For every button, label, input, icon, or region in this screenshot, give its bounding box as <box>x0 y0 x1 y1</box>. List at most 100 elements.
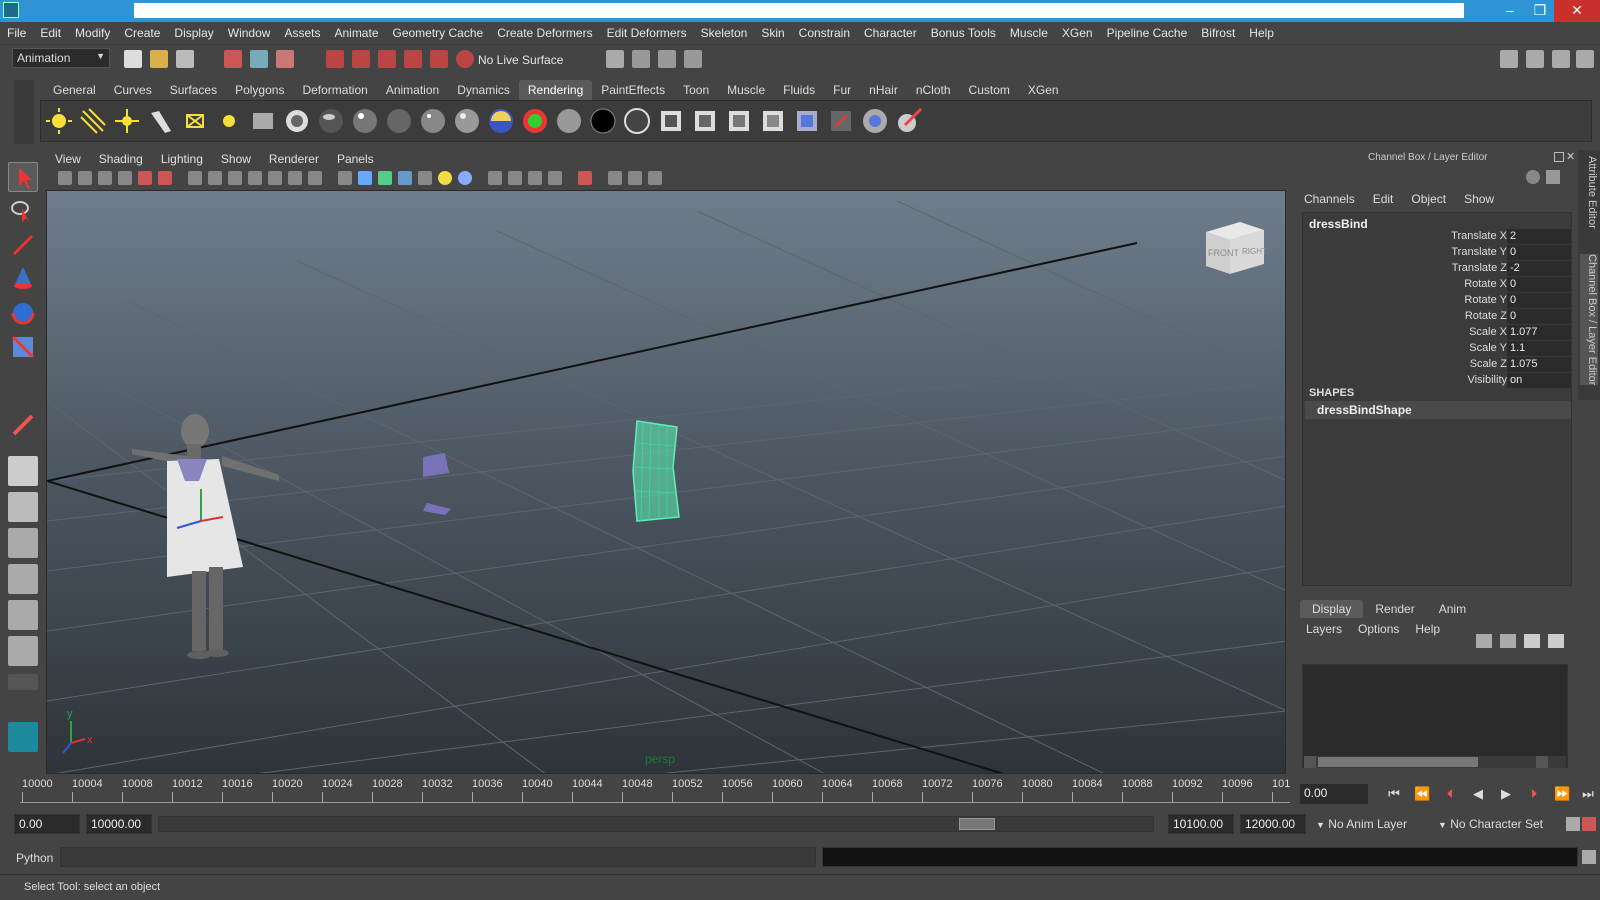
snap-point-icon[interactable] <box>378 50 396 68</box>
make-live-icon[interactable] <box>456 50 474 68</box>
shelf-tab-surfaces[interactable]: Surfaces <box>161 80 226 100</box>
dress-pattern-piece[interactable] <box>423 453 451 515</box>
xray-icon[interactable] <box>508 171 522 185</box>
range-handle[interactable] <box>959 818 995 830</box>
render-frame-shelf-icon[interactable] <box>657 107 685 135</box>
auto-key-icon[interactable] <box>1566 817 1580 831</box>
shelf-tab-fur[interactable]: Fur <box>824 80 860 100</box>
new-scene-icon[interactable] <box>124 50 142 68</box>
cb-menu-channels[interactable]: Channels <box>1304 192 1355 206</box>
menu-display[interactable]: Display <box>167 26 220 40</box>
script-editor-icon[interactable] <box>1582 850 1596 864</box>
directional-light-icon[interactable] <box>79 107 107 135</box>
material-phong-icon[interactable] <box>419 107 447 135</box>
close-panel-icon[interactable]: ✕ <box>1566 150 1575 163</box>
shelf-tab-fluids[interactable]: Fluids <box>774 80 824 100</box>
menu-create-deformers[interactable]: Create Deformers <box>490 26 599 40</box>
open-scene-icon[interactable] <box>150 50 168 68</box>
time-slider[interactable]: 10000 10004 10008 10012 10016 10020 1002… <box>14 778 1294 810</box>
menu-muscle[interactable]: Muscle <box>1003 26 1055 40</box>
attr-value[interactable]: 0 <box>1507 277 1571 292</box>
shelf-tab-dynamics[interactable]: Dynamics <box>448 80 519 100</box>
attr-value[interactable]: 2 <box>1507 229 1571 244</box>
layer-menu-options[interactable]: Options <box>1358 622 1399 636</box>
spot-light-icon[interactable] <box>147 107 175 135</box>
scene-canvas[interactable]: y x <box>47 191 1286 774</box>
menu-create[interactable]: Create <box>117 26 167 40</box>
layout-four-icon[interactable] <box>8 492 38 522</box>
step-forward-frame-icon[interactable]: ⏵ <box>1526 786 1542 802</box>
viewport-menu-show[interactable]: Show <box>212 152 260 166</box>
render-view-icon[interactable] <box>606 50 624 68</box>
move-tool-icon[interactable] <box>8 264 38 294</box>
channel-box-pin-icon[interactable] <box>1546 170 1560 184</box>
menu-edit-deformers[interactable]: Edit Deformers <box>600 26 694 40</box>
volume-light-icon[interactable] <box>215 107 243 135</box>
layer-menu-help[interactable]: Help <box>1415 622 1440 636</box>
camera-attributes-icon[interactable] <box>78 171 92 185</box>
ipr-render-icon[interactable] <box>658 50 676 68</box>
use-all-lights-icon[interactable] <box>418 171 432 185</box>
layer-tab-display[interactable]: Display <box>1300 600 1364 618</box>
hypershade-icon[interactable] <box>249 107 277 135</box>
shelf-tab-animation[interactable]: Animation <box>377 80 448 100</box>
select-camera-icon[interactable] <box>58 171 72 185</box>
paint-select-tool-icon[interactable] <box>8 230 38 260</box>
layout-more-icon[interactable] <box>8 674 38 690</box>
step-forward-key-icon[interactable]: ⏩ <box>1554 786 1570 802</box>
scroll-left-icon[interactable] <box>1304 756 1316 768</box>
ambient-light-icon[interactable] <box>45 107 73 135</box>
xray-active-icon[interactable] <box>548 171 562 185</box>
character-set-dropdown[interactable]: ▼ No Character Set <box>1434 814 1564 834</box>
start-time-field[interactable]: 0.00 <box>14 814 80 834</box>
range-bar[interactable] <box>158 816 1154 832</box>
gate-mask-icon[interactable] <box>248 171 262 185</box>
attr-value[interactable]: 0 <box>1507 309 1571 324</box>
cb-menu-object[interactable]: Object <box>1411 192 1446 206</box>
viewport-menu-shading[interactable]: Shading <box>90 152 152 166</box>
attr-value[interactable]: on <box>1507 373 1571 388</box>
attr-row-translate-y[interactable]: Translate Y0 <box>1303 245 1573 261</box>
select-component-icon[interactable] <box>276 50 294 68</box>
paint-brush-icon[interactable] <box>895 107 923 135</box>
snap-grid-icon[interactable] <box>326 50 344 68</box>
menu-geometry-cache[interactable]: Geometry Cache <box>386 26 491 40</box>
scroll-right-icon[interactable] <box>1536 756 1548 768</box>
lasso-tool-icon[interactable] <box>8 196 38 226</box>
shelf-tab-muscle[interactable]: Muscle <box>718 80 774 100</box>
step-back-key-icon[interactable]: ⏪ <box>1414 786 1430 802</box>
toggle-layout-icon[interactable] <box>1500 50 1518 68</box>
material-blinn-icon[interactable] <box>351 107 379 135</box>
attr-value[interactable]: 1.075 <box>1507 357 1571 372</box>
layout-outliner-icon[interactable] <box>8 528 38 558</box>
minimize-button[interactable]: ‒ <box>1495 0 1525 22</box>
new-layer-icon[interactable] <box>1524 634 1540 648</box>
channel-box-tools-icon[interactable] <box>1526 170 1540 184</box>
field-chart-icon[interactable] <box>268 171 282 185</box>
snap-surface-icon[interactable] <box>430 50 448 68</box>
select-object-icon[interactable] <box>250 50 268 68</box>
toggle-channelbox-icon[interactable] <box>1552 50 1570 68</box>
move-layer-up-icon[interactable] <box>1476 634 1492 648</box>
menu-pipeline-cache[interactable]: Pipeline Cache <box>1100 26 1195 40</box>
shelf-tab-ncloth[interactable]: nCloth <box>907 80 960 100</box>
shelf-tab-general[interactable]: General <box>44 80 105 100</box>
cb-menu-edit[interactable]: Edit <box>1373 192 1394 206</box>
attr-row-rotate-y[interactable]: Rotate Y0 <box>1303 293 1573 309</box>
menu-xgen[interactable]: XGen <box>1055 26 1100 40</box>
material-surface-icon[interactable] <box>521 107 549 135</box>
menu-edit[interactable]: Edit <box>33 26 68 40</box>
safe-action-icon[interactable] <box>288 171 302 185</box>
material-phonge-icon[interactable] <box>453 107 481 135</box>
grease-pencil-icon[interactable] <box>158 171 172 185</box>
new-layer-selected-icon[interactable] <box>1548 634 1564 648</box>
shelf-tab-polygons[interactable]: Polygons <box>226 80 293 100</box>
camera-lock-icon[interactable] <box>608 171 622 185</box>
attr-row-rotate-x[interactable]: Rotate X0 <box>1303 277 1573 293</box>
shelf-tab-painteffects[interactable]: PaintEffects <box>592 80 674 100</box>
menu-skin[interactable]: Skin <box>754 26 791 40</box>
shelf-tab-xgen[interactable]: XGen <box>1019 80 1068 100</box>
side-tab-channel-box[interactable]: Channel Box / Layer Editor <box>1580 254 1598 386</box>
toggle-panel-icon[interactable] <box>1526 50 1544 68</box>
shelf-tab-curves[interactable]: Curves <box>105 80 161 100</box>
